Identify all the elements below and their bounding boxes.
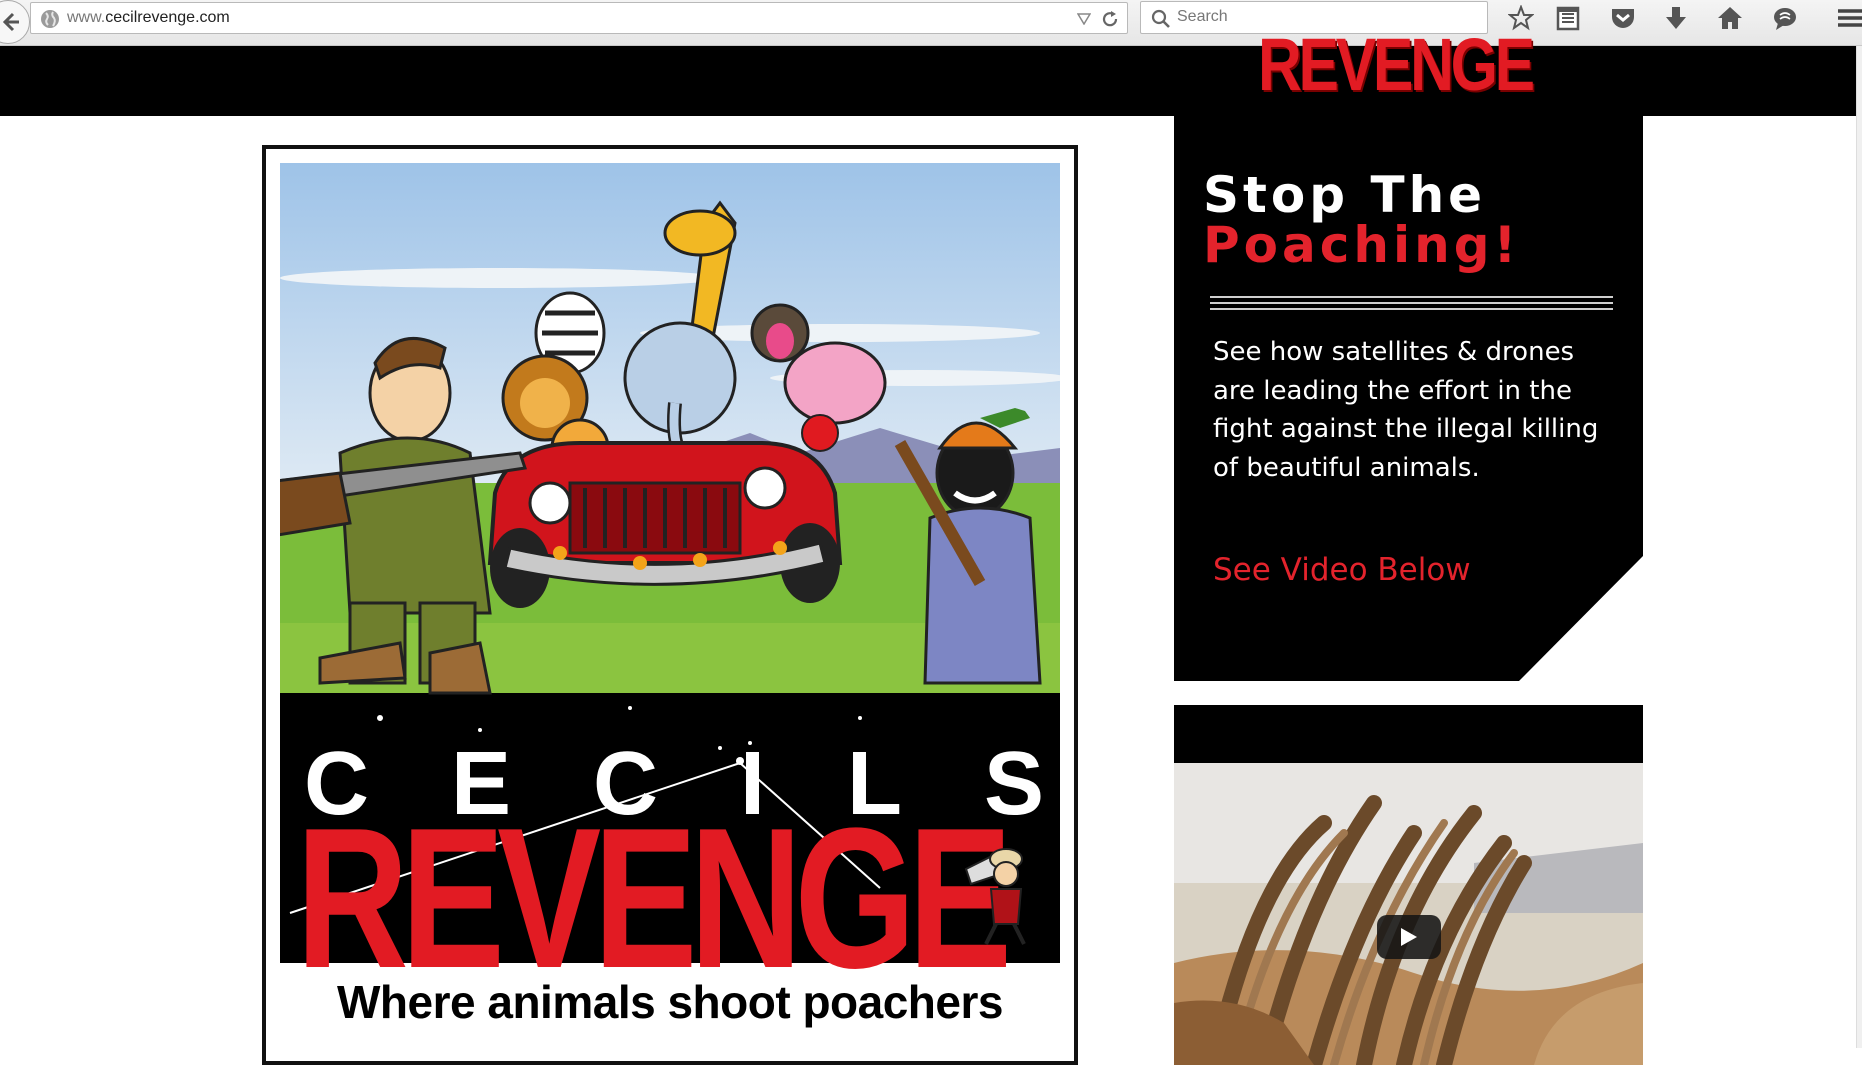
download-icon[interactable] [1664,5,1688,31]
address-bar[interactable]: www.cecilrevenge.com [30,2,1128,34]
url-domain: cecilrevenge.com [105,9,230,26]
reading-list-icon[interactable] [1556,5,1580,31]
page-scrollbar[interactable] [1856,46,1862,1048]
chat-icon[interactable] [1772,5,1798,31]
revenge-word: REVENGE [296,787,1012,1010]
globe-icon [41,10,59,28]
back-arrow-icon [3,12,19,32]
back-button[interactable] [0,0,30,44]
url-prefix: www. [67,9,106,26]
pocket-icon[interactable] [1610,5,1636,31]
header-logo[interactable]: REVENGE [1258,28,1535,102]
home-icon[interactable] [1717,5,1743,31]
hunter-figure-icon [964,848,1026,945]
poster-tagline: Where animals shoot poachers [337,976,1003,1028]
url-text: www.cecilrevenge.com [67,9,230,27]
promo-title-line2: Poaching! [1203,216,1521,274]
browser-toolbar: www.cecilrevenge.com [0,0,1862,46]
promo-divider [1210,296,1613,314]
reload-icon[interactable] [1101,10,1119,28]
promo-body-text: See how satellites & drones are leading … [1213,337,1599,483]
site-header: REVENGE [0,28,1856,116]
poster-image: C E C I L S REVENGE Where animals shoot … [262,145,1078,1065]
video-player[interactable] [1174,705,1643,1065]
promo-title-line1: Stop The [1203,166,1487,224]
play-icon [1401,928,1417,946]
play-button[interactable] [1377,915,1441,959]
search-icon [1151,9,1170,28]
dropdown-icon[interactable] [1077,13,1091,25]
menu-icon[interactable] [1836,5,1862,31]
video-thumbnail [1174,763,1643,1065]
see-video-link[interactable]: See Video Below [1213,552,1471,588]
